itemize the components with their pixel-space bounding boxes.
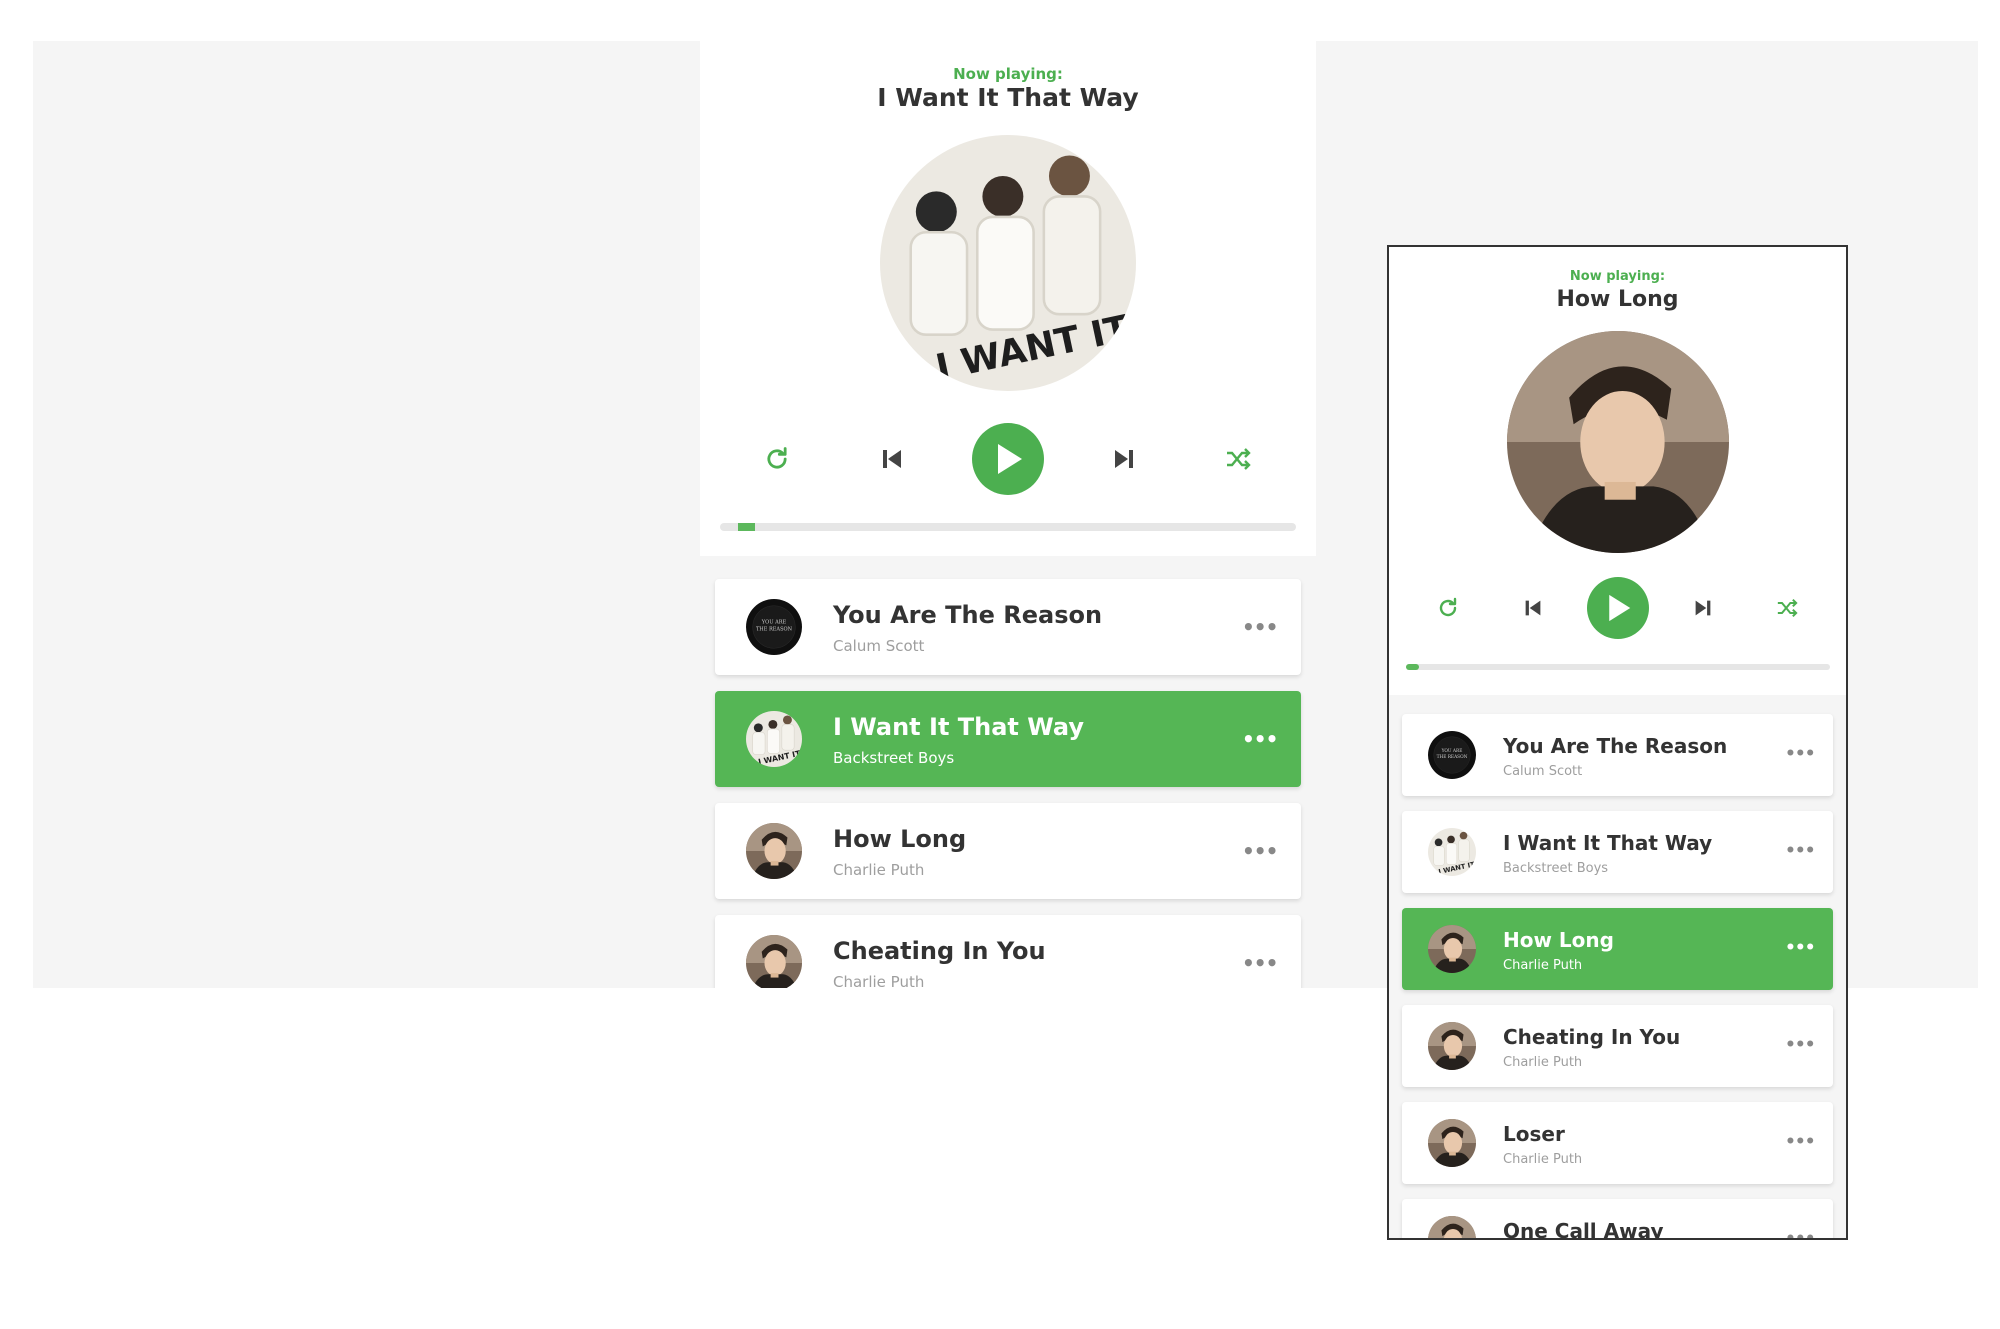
track-title: How Long (833, 825, 967, 853)
now-playing-label: Now playing: (953, 65, 1063, 83)
track-title: Cheating In You (1503, 1025, 1681, 1049)
track-thumbnail (1428, 1119, 1476, 1167)
repeat-icon[interactable] (759, 441, 795, 477)
progress-bar[interactable] (720, 523, 1296, 531)
progress-fill (738, 523, 756, 531)
skip-next-icon[interactable] (1688, 593, 1718, 623)
player-dashboard: Now playing: How Long (1389, 247, 1846, 695)
more-options-icon[interactable]: ••• (1242, 951, 1278, 975)
play-icon[interactable] (972, 423, 1044, 495)
track-thumbnail (1428, 1022, 1476, 1070)
track-thumbnail (1428, 828, 1476, 876)
track-thumbnail (1428, 1216, 1476, 1240)
now-playing-label: Now playing: (1569, 269, 1666, 284)
skip-next-icon[interactable] (1106, 441, 1142, 477)
track-artist: Calum Scott (833, 637, 925, 655)
track-title: Loser (1503, 1122, 1565, 1146)
track-artist: Charlie Puth (1503, 1055, 1583, 1070)
track-thumbnail (746, 935, 802, 988)
playlist: You Are The Reason Calum Scott ••• I Want I… (715, 579, 1301, 988)
shuffle-icon[interactable] (1220, 441, 1256, 477)
more-options-icon[interactable]: ••• (1242, 615, 1278, 639)
track-thumbnail (746, 711, 802, 767)
track-artist: Charlie Puth (833, 861, 925, 879)
track-title: How Long (1503, 928, 1614, 952)
mobile-player: Now playing: How Long You Are The Reason… (1387, 245, 1848, 1240)
track-title: I Want It That Way (1503, 831, 1713, 855)
more-options-icon[interactable]: ••• (1242, 839, 1278, 863)
track-title: I Want It That Way (833, 713, 1084, 741)
progress-fill (1406, 664, 1419, 670)
playlist-item[interactable]: You Are The Reason Calum Scott ••• (715, 579, 1301, 675)
more-options-icon[interactable]: ••• (1785, 1132, 1816, 1152)
album-cover (1507, 331, 1729, 553)
track-thumbnail (1428, 925, 1476, 973)
playlist: You Are The Reason Calum Scott ••• I Want I… (1402, 714, 1833, 1240)
track-artist: Backstreet Boys (833, 749, 955, 767)
track-title: One Call Away (1503, 1219, 1664, 1240)
track-title: You Are The Reason (1503, 734, 1728, 758)
skip-previous-icon[interactable] (874, 441, 910, 477)
playlist-item[interactable]: Cheating In You Charlie Puth ••• (715, 915, 1301, 988)
track-artist: Calum Scott (1503, 764, 1583, 779)
now-playing-title: How Long (1556, 287, 1679, 312)
playlist-item[interactable]: Loser Charlie Puth ••• (1402, 1102, 1833, 1184)
playlist-item[interactable]: I Want It That Way Backstreet Boys ••• (715, 691, 1301, 787)
more-options-icon[interactable]: ••• (1785, 841, 1816, 861)
skip-previous-icon[interactable] (1518, 593, 1548, 623)
playlist-item[interactable]: How Long Charlie Puth ••• (1402, 908, 1833, 990)
track-artist: Backstreet Boys (1503, 861, 1609, 876)
track-thumbnail (746, 823, 802, 879)
progress-bar[interactable] (1406, 664, 1830, 670)
more-options-icon[interactable]: ••• (1785, 1035, 1816, 1055)
playlist-item[interactable]: How Long Charlie Puth ••• (715, 803, 1301, 899)
play-icon[interactable] (1587, 577, 1649, 639)
player-dashboard: Now playing: I Want It That Way (700, 41, 1316, 556)
more-options-icon[interactable]: ••• (1242, 727, 1278, 751)
more-options-icon[interactable]: ••• (1785, 938, 1816, 958)
more-options-icon[interactable]: ••• (1785, 1229, 1816, 1238)
track-title: Cheating In You (833, 937, 1046, 965)
repeat-icon[interactable] (1433, 593, 1463, 623)
playlist-item[interactable]: Cheating In You Charlie Puth ••• (1402, 1005, 1833, 1087)
desktop-player: Now playing: I Want It That Way You Are … (700, 41, 1316, 988)
now-playing-title: I Want It That Way (877, 83, 1139, 112)
track-artist: Charlie Puth (1503, 1152, 1583, 1167)
track-artist: Charlie Puth (1503, 958, 1583, 973)
playlist-item[interactable]: I Want It That Way Backstreet Boys ••• (1402, 811, 1833, 893)
player-controls (1389, 577, 1846, 639)
playlist-item[interactable]: You Are The Reason Calum Scott ••• (1402, 714, 1833, 796)
player-controls (700, 423, 1316, 495)
track-title: You Are The Reason (833, 601, 1103, 629)
album-cover (880, 135, 1136, 391)
playlist-item[interactable]: One Call Away ••• (1402, 1199, 1833, 1240)
track-thumbnail (1428, 731, 1476, 779)
track-artist: Charlie Puth (833, 973, 925, 988)
track-thumbnail (746, 599, 802, 655)
more-options-icon[interactable]: ••• (1785, 744, 1816, 764)
shuffle-icon[interactable] (1772, 593, 1802, 623)
